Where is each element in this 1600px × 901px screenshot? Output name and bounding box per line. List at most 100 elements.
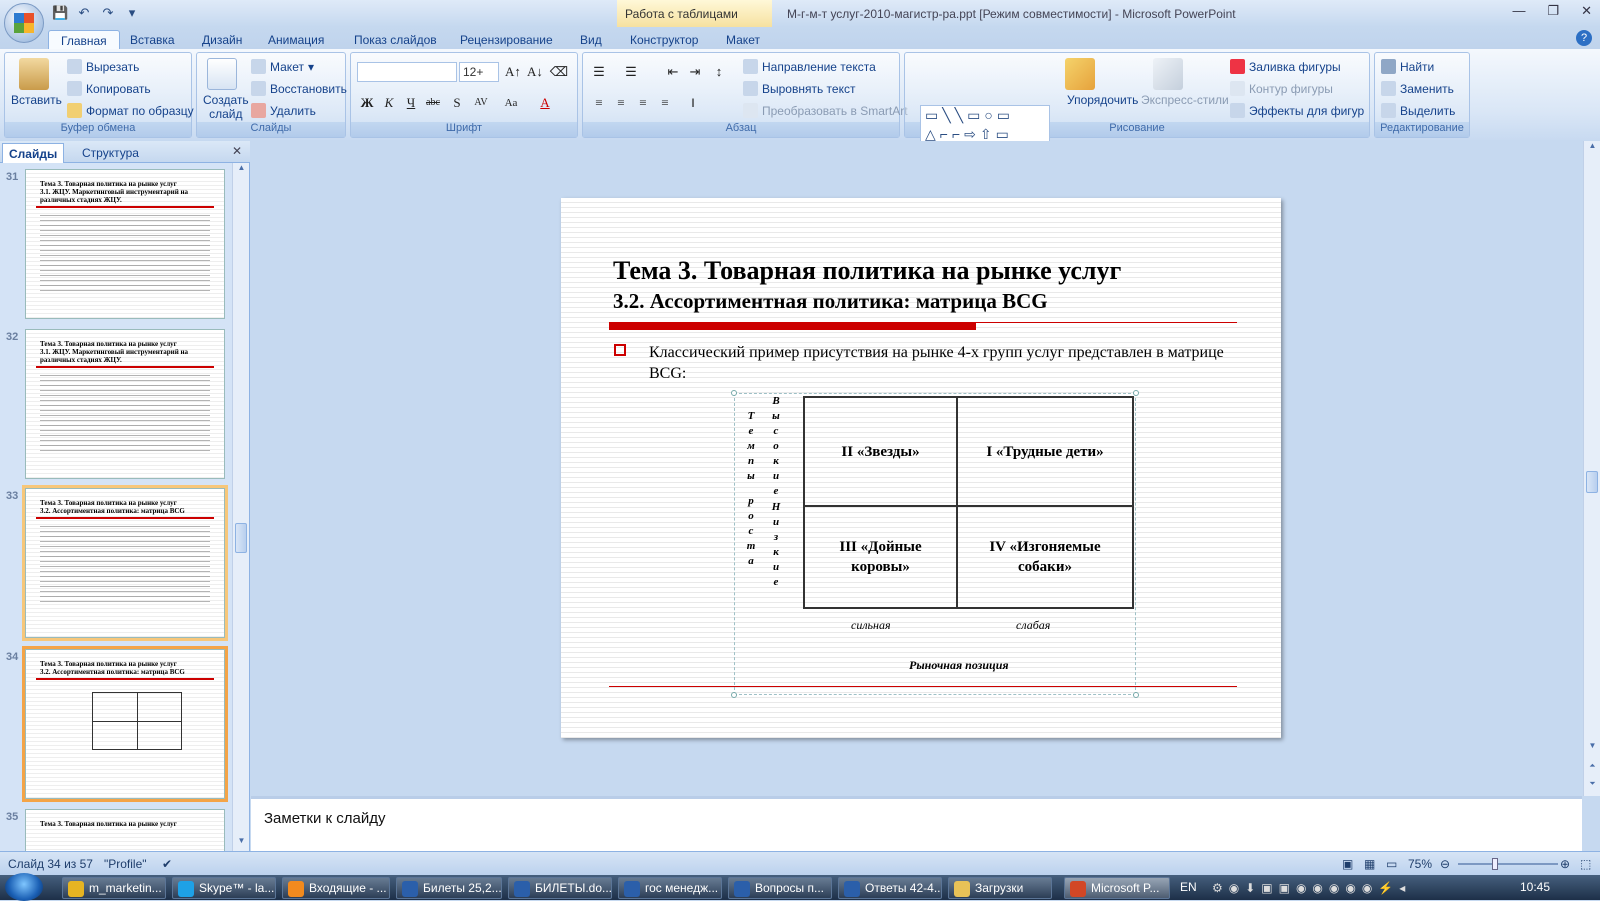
taskbar-item-word[interactable]: Билеты 25,2... xyxy=(396,877,502,899)
current-slide[interactable]: Тема 3. Товарная политика на рынке услуг… xyxy=(561,198,1281,738)
zoom-slider-thumb[interactable] xyxy=(1492,858,1498,870)
taskbar-item-word[interactable]: Ответы 42-4... xyxy=(838,877,942,899)
tray-icons[interactable]: ⚙◉⬇▣▣◉◉◉◉◉⚡◂ xyxy=(1212,881,1411,895)
taskbar-item-word[interactable]: Вопросы п... xyxy=(728,877,832,899)
font-color-icon[interactable]: A xyxy=(535,93,555,113)
minimize-icon[interactable]: — xyxy=(1512,3,1525,19)
justify-icon[interactable]: ≡ xyxy=(655,93,675,113)
bcg-matrix[interactable]: II «Звезды» I «Трудные дети» III «Дойные… xyxy=(803,396,1134,609)
taskbar-item-powerpoint[interactable]: Microsoft P... xyxy=(1064,877,1170,899)
tab-layout[interactable]: Макет xyxy=(714,30,772,49)
smartart-button[interactable]: Преобразовать в SmartArt xyxy=(743,103,908,118)
close-icon[interactable]: ✕ xyxy=(1581,3,1592,19)
undo-icon[interactable]: ↶ xyxy=(76,5,92,21)
taskbar-item-folder[interactable]: Загрузки xyxy=(948,877,1052,899)
shrink-font-icon[interactable]: A↓ xyxy=(525,62,545,82)
tab-design[interactable]: Дизайн xyxy=(190,30,254,49)
shape-effects-button[interactable]: Эффекты для фигур xyxy=(1230,103,1364,118)
sorter-view-icon[interactable]: ▦ xyxy=(1364,857,1375,871)
zoom-out-icon[interactable]: ⊖ xyxy=(1440,857,1450,871)
taskbar-item-chrome[interactable]: m_marketin... xyxy=(62,877,166,899)
zoom-slider[interactable] xyxy=(1458,858,1558,870)
next-slide-icon[interactable]: ⏷ xyxy=(1584,779,1600,794)
italic-icon[interactable]: К xyxy=(379,93,399,113)
taskbar-item-word[interactable]: гос менедж... xyxy=(618,877,722,899)
new-slide-button[interactable]: Создать слайд xyxy=(203,93,249,121)
slideshow-view-icon[interactable]: ▭ xyxy=(1386,857,1397,871)
normal-view-icon[interactable]: ▣ xyxy=(1342,857,1353,871)
spellcheck-icon[interactable]: ✔ xyxy=(162,857,172,871)
tab-constructor[interactable]: Конструктор xyxy=(618,30,710,49)
line-spacing-icon[interactable]: ↕ xyxy=(709,62,729,82)
scroll-down-icon[interactable]: ▼ xyxy=(233,836,250,851)
slide-thumbnail[interactable]: Тема 3. Товарная политика на рынке услуг… xyxy=(22,485,228,641)
zoom-in-icon[interactable]: ⊕ xyxy=(1560,857,1570,871)
customize-qat-icon[interactable]: ▾ xyxy=(124,5,140,21)
bullet-text[interactable]: Классический пример присутствия на рынке… xyxy=(649,342,1234,384)
taskbar-item-word[interactable]: БИЛЕТЫ.do... xyxy=(508,877,612,899)
resize-handle[interactable] xyxy=(731,692,737,698)
slide-thumbnail[interactable]: Тема 3. Товарная политика на рынке услуг… xyxy=(25,169,225,319)
replace-button[interactable]: Заменить xyxy=(1381,81,1454,96)
panel-close-icon[interactable]: ✕ xyxy=(232,144,242,158)
taskbar-item-skype[interactable]: Skype™ - la... xyxy=(172,877,276,899)
cut-button[interactable]: Вырезать xyxy=(67,59,139,74)
resize-handle[interactable] xyxy=(1133,692,1139,698)
tab-view[interactable]: Вид xyxy=(568,30,614,49)
delete-slide-button[interactable]: Удалить xyxy=(251,103,316,118)
clear-format-icon[interactable]: ⌫ xyxy=(549,62,569,82)
scroll-up-icon[interactable]: ▲ xyxy=(1584,141,1600,156)
prev-slide-icon[interactable]: ⏶ xyxy=(1584,761,1600,776)
tab-review[interactable]: Рецензирование xyxy=(448,30,565,49)
panel-scrollbar[interactable]: ▲ ▼ xyxy=(232,163,249,851)
grow-font-icon[interactable]: A↑ xyxy=(503,62,523,82)
paste-button[interactable]: Вставить xyxy=(11,93,62,107)
matrix-cell-question-marks[interactable]: I «Трудные дети» xyxy=(958,398,1132,505)
font-size-field[interactable]: 12+ xyxy=(459,62,499,82)
matrix-cell-stars[interactable]: II «Звезды» xyxy=(805,398,956,505)
align-left-icon[interactable]: ≡ xyxy=(589,93,609,113)
increase-indent-icon[interactable]: ⇥ xyxy=(685,62,705,82)
workspace-scroll-thumb[interactable] xyxy=(1586,471,1598,493)
char-spacing-icon[interactable]: AV xyxy=(471,93,491,113)
office-button[interactable] xyxy=(4,3,44,43)
select-button[interactable]: Выделить xyxy=(1381,103,1455,118)
format-painter-button[interactable]: Формат по образцу xyxy=(67,103,194,118)
tab-insert[interactable]: Вставка xyxy=(118,30,187,49)
slide-thumbnail[interactable]: Тема 3. Товарная политика на рынке услуг… xyxy=(25,329,225,479)
strikethrough-icon[interactable]: abc xyxy=(423,93,443,113)
help-icon[interactable]: ? xyxy=(1576,30,1592,46)
bold-icon[interactable]: Ж xyxy=(357,93,377,113)
slide-thumbnail-selected[interactable]: Тема 3. Товарная политика на рынке услуг… xyxy=(22,646,228,802)
change-case-icon[interactable]: Aa xyxy=(501,93,521,113)
font-name-field[interactable] xyxy=(357,62,457,82)
decrease-indent-icon[interactable]: ⇤ xyxy=(663,62,683,82)
slide-subtitle[interactable]: 3.2. Ассортиментная политика: матрица BC… xyxy=(613,289,1048,314)
workspace-scrollbar[interactable]: ▲ ▼ ⏶ ⏷ xyxy=(1583,141,1600,796)
fit-window-icon[interactable]: ⬚ xyxy=(1580,857,1591,871)
shadow-icon[interactable]: S xyxy=(447,93,467,113)
shape-outline-button[interactable]: Контур фигуры xyxy=(1230,81,1333,96)
start-button[interactable] xyxy=(5,873,43,901)
notes-pane[interactable]: Заметки к слайду xyxy=(251,796,1582,851)
align-text-button[interactable]: Выровнять текст xyxy=(743,81,855,96)
copy-button[interactable]: Копировать xyxy=(67,81,151,96)
reset-button[interactable]: Восстановить xyxy=(251,81,347,96)
slide-title[interactable]: Тема 3. Товарная политика на рынке услуг xyxy=(613,256,1121,286)
columns-icon[interactable]: ‖ xyxy=(683,93,703,113)
tab-slideshow[interactable]: Показ слайдов xyxy=(342,30,449,49)
text-direction-button[interactable]: Направление текста xyxy=(743,59,876,74)
taskbar-item-mail[interactable]: Входящие - ... xyxy=(282,877,390,899)
redo-icon[interactable]: ↷ xyxy=(100,5,116,21)
panel-scroll-thumb[interactable] xyxy=(235,523,247,553)
scroll-down-icon[interactable]: ▼ xyxy=(1584,741,1600,756)
language-indicator[interactable]: EN xyxy=(1180,880,1197,894)
shape-fill-button[interactable]: Заливка фигуры xyxy=(1230,59,1341,74)
numbering-icon[interactable]: ☰ xyxy=(621,62,641,82)
restore-icon[interactable]: ❐ xyxy=(1547,3,1559,19)
align-right-icon[interactable]: ≡ xyxy=(633,93,653,113)
matrix-cell-cash-cows[interactable]: III «Дойные коровы» xyxy=(805,507,956,607)
align-center-icon[interactable]: ≡ xyxy=(611,93,631,113)
arrange-button[interactable]: Упорядочить xyxy=(1067,93,1138,107)
scroll-up-icon[interactable]: ▲ xyxy=(233,163,250,178)
